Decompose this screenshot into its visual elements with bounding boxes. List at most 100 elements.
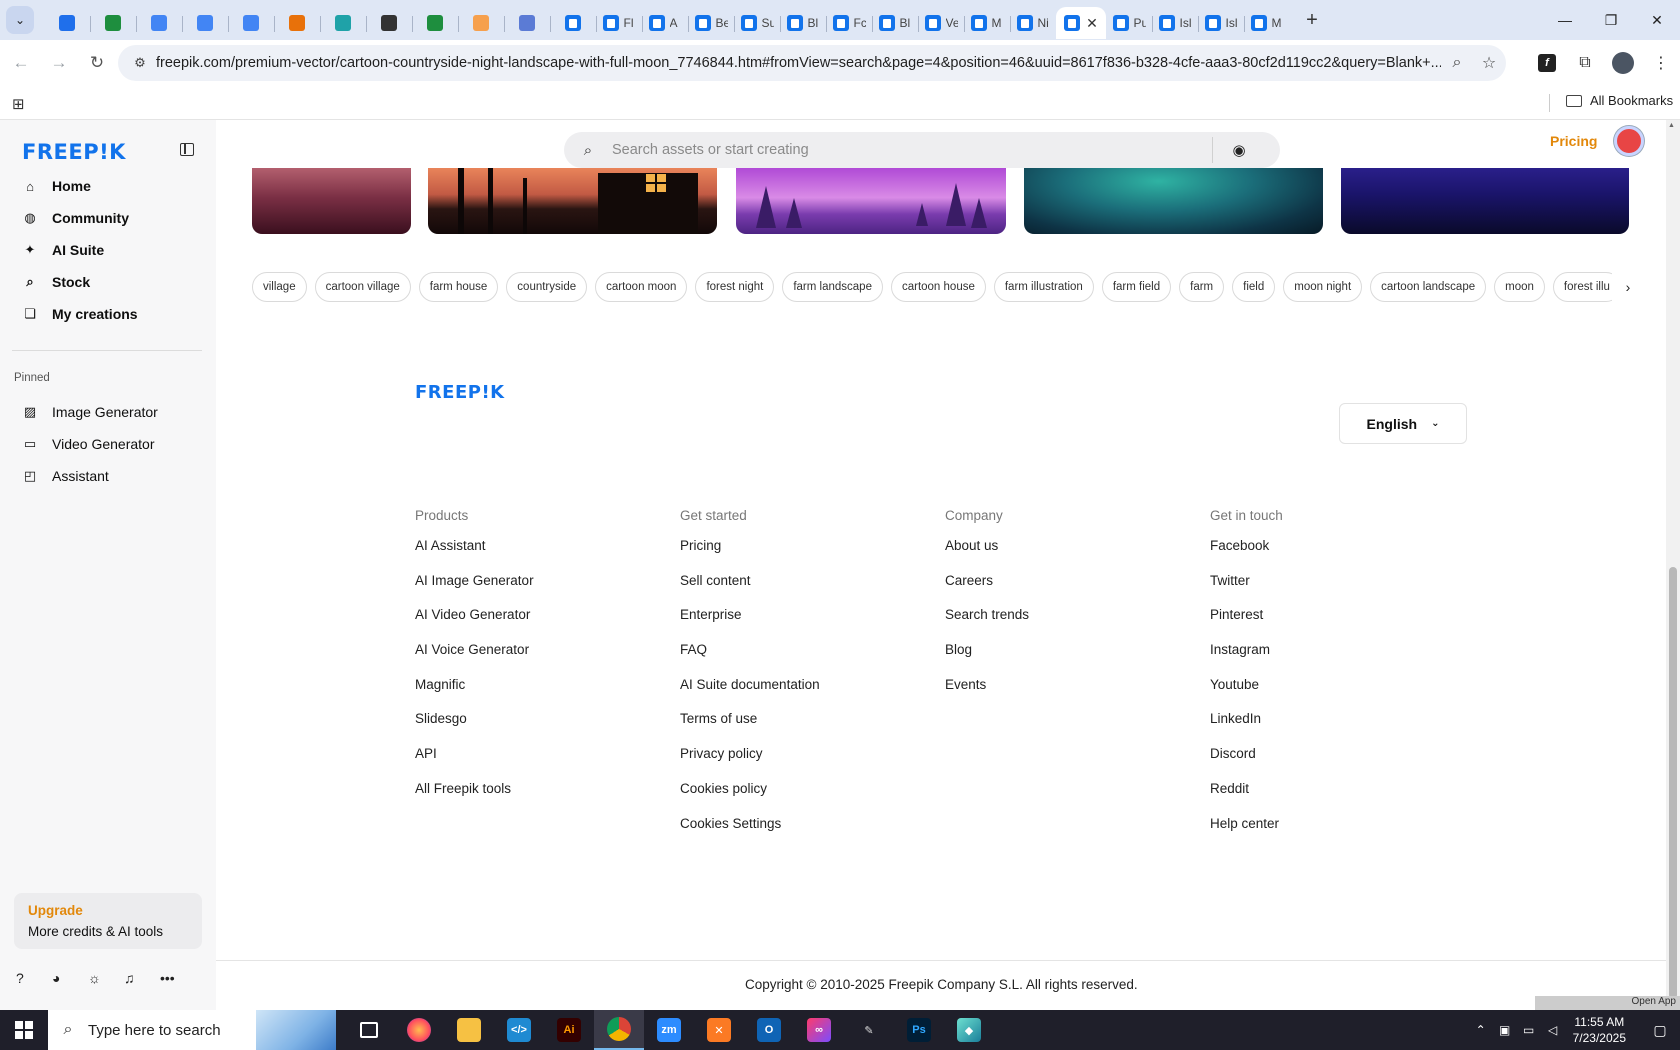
back-button[interactable]: ← bbox=[4, 46, 38, 80]
firefox-icon[interactable] bbox=[394, 1010, 444, 1050]
footer-link[interactable]: Slidesgo bbox=[415, 710, 655, 745]
illustrator-icon[interactable]: Ai bbox=[544, 1010, 594, 1050]
sidebar-item-my-creations[interactable]: ❏ My creations bbox=[12, 298, 204, 330]
footer-link[interactable]: Twitter bbox=[1210, 572, 1450, 607]
url-text[interactable]: freepik.com/premium-vector/cartoon-count… bbox=[156, 55, 1441, 71]
photoshop-icon[interactable]: Ps bbox=[894, 1010, 944, 1050]
tag-chip[interactable]: forest night bbox=[695, 272, 775, 302]
browser-tab[interactable]: Fc bbox=[826, 7, 872, 39]
tag-chip[interactable]: farm landscape bbox=[782, 272, 883, 302]
minimize-button[interactable]: — bbox=[1542, 0, 1588, 40]
extension-f-icon[interactable]: f bbox=[1538, 54, 1556, 72]
new-tab-button[interactable]: + bbox=[1300, 9, 1324, 32]
tag-chip[interactable]: village bbox=[252, 272, 307, 302]
zoom-icon[interactable]: zm bbox=[644, 1010, 694, 1050]
user-avatar[interactable] bbox=[1614, 126, 1644, 156]
footer-link[interactable]: Terms of use bbox=[680, 710, 920, 745]
volume-icon[interactable]: ◁ bbox=[1541, 1023, 1565, 1037]
footer-link[interactable]: Careers bbox=[945, 572, 1185, 607]
zoom-icon[interactable]: ⌕ bbox=[1441, 54, 1473, 72]
footer-link[interactable]: Help center bbox=[1210, 815, 1450, 850]
footer-link[interactable]: Cookies Settings bbox=[680, 815, 920, 850]
footer-link[interactable]: About us bbox=[945, 537, 1185, 572]
chevron-right-icon[interactable]: › bbox=[1616, 272, 1640, 302]
tag-chip[interactable]: farm bbox=[1179, 272, 1225, 302]
sidebar-collapse-icon[interactable] bbox=[180, 143, 194, 156]
close-window-button[interactable]: ✕ bbox=[1634, 0, 1680, 40]
tag-chip[interactable]: cartoon landscape bbox=[1370, 272, 1487, 302]
scroll-up-arrow-icon[interactable]: ▲ bbox=[1668, 122, 1675, 129]
tag-chip[interactable]: farm house bbox=[418, 272, 499, 302]
tag-chip[interactable]: farm field bbox=[1101, 272, 1172, 302]
browser-tab[interactable]: Su bbox=[734, 7, 780, 39]
browser-tab[interactable] bbox=[136, 7, 182, 39]
close-tab-icon[interactable]: ✕ bbox=[1086, 15, 1098, 32]
footer-link[interactable]: Cookies policy bbox=[680, 780, 920, 815]
footer-link[interactable]: Reddit bbox=[1210, 780, 1450, 815]
browser-tab[interactable]: ✕ bbox=[1056, 7, 1106, 39]
footer-link[interactable]: Discord bbox=[1210, 745, 1450, 780]
chrome-icon[interactable] bbox=[594, 1010, 644, 1050]
browser-tab[interactable]: Ve bbox=[918, 7, 964, 39]
footer-link[interactable]: Instagram bbox=[1210, 641, 1450, 676]
footer-link[interactable]: AI Image Generator bbox=[415, 572, 655, 607]
browser-tab[interactable] bbox=[412, 7, 458, 39]
browser-tab[interactable]: Isl bbox=[1152, 7, 1198, 39]
gem-app-icon[interactable]: ◆ bbox=[944, 1010, 994, 1050]
restore-button[interactable]: ❐ bbox=[1588, 0, 1634, 40]
network-icon[interactable]: ▭ bbox=[1517, 1023, 1541, 1037]
pen-tool-icon[interactable]: ✎ bbox=[844, 1010, 894, 1050]
tag-chip[interactable]: countryside bbox=[506, 272, 588, 302]
bookmark-star-icon[interactable]: ☆ bbox=[1473, 53, 1505, 73]
discord-icon[interactable]: ◕ bbox=[52, 970, 88, 986]
tag-chip[interactable]: cartoon house bbox=[890, 272, 986, 302]
forward-button[interactable]: → bbox=[42, 46, 76, 80]
footer-link[interactable]: API bbox=[415, 745, 655, 780]
footer-link[interactable]: Search trends bbox=[945, 606, 1185, 641]
footer-link[interactable]: LinkedIn bbox=[1210, 710, 1450, 745]
footer-link[interactable]: Facebook bbox=[1210, 537, 1450, 572]
xampp-icon[interactable]: ✕ bbox=[694, 1010, 744, 1050]
browser-tab[interactable] bbox=[550, 7, 596, 39]
footer-link[interactable]: FAQ bbox=[680, 641, 920, 676]
footer-link[interactable]: Privacy policy bbox=[680, 745, 920, 780]
footer-link[interactable]: Blog bbox=[945, 641, 1185, 676]
browser-tab[interactable] bbox=[228, 7, 274, 39]
browser-tab[interactable]: A bbox=[642, 7, 688, 39]
thumbnail-farm-sunset[interactable] bbox=[252, 168, 411, 234]
tab-search-button[interactable]: ⌄ bbox=[6, 6, 34, 34]
footer-link[interactable]: Magnific bbox=[415, 676, 655, 711]
address-bar[interactable]: ⚙ freepik.com/premium-vector/cartoon-cou… bbox=[118, 45, 1506, 81]
tag-chip[interactable]: forest illu bbox=[1552, 272, 1612, 302]
browser-tab[interactable]: Fl bbox=[596, 7, 642, 39]
search-input[interactable] bbox=[612, 142, 1212, 158]
sidebar-item-stock[interactable]: ⌕ Stock bbox=[12, 266, 204, 298]
sidebar-item-video-generator[interactable]: ▭ Video Generator bbox=[12, 428, 204, 460]
taskbar-search[interactable]: ⌕ Type here to search bbox=[48, 1010, 336, 1050]
footer-link[interactable]: Pinterest bbox=[1210, 606, 1450, 641]
clock[interactable]: 11:55 AM 7/23/2025 bbox=[1573, 1014, 1626, 1046]
tag-chip[interactable]: farm illustration bbox=[993, 272, 1094, 302]
browser-tab[interactable] bbox=[504, 7, 550, 39]
tray-app-icon[interactable]: ▣ bbox=[1493, 1023, 1517, 1037]
pricing-link[interactable]: Pricing bbox=[1550, 133, 1597, 149]
creative-cloud-icon[interactable]: ∞ bbox=[794, 1010, 844, 1050]
browser-tab[interactable]: Ni bbox=[1010, 7, 1056, 39]
footer-link[interactable]: All Freepik tools bbox=[415, 780, 655, 815]
footer-link[interactable]: AI Assistant bbox=[415, 537, 655, 572]
tag-chip[interactable]: cartoon village bbox=[314, 272, 411, 302]
thumbnail-teal-forest[interactable] bbox=[1024, 168, 1323, 234]
help-icon[interactable]: ? bbox=[16, 970, 52, 986]
footer-link[interactable]: Pricing bbox=[680, 537, 920, 572]
sidebar-item-assistant[interactable]: ◰ Assistant bbox=[12, 460, 204, 492]
sidebar-item-ai-suite[interactable]: ✦ AI Suite bbox=[12, 234, 204, 266]
all-bookmarks-button[interactable]: All Bookmarks bbox=[1566, 93, 1673, 108]
tag-chip[interactable]: moon bbox=[1494, 272, 1545, 302]
theme-sun-icon[interactable]: ☼ bbox=[88, 970, 124, 986]
more-icon[interactable]: ••• bbox=[160, 970, 196, 986]
browser-tab[interactable]: Bl bbox=[780, 7, 826, 39]
browser-tab[interactable] bbox=[320, 7, 366, 39]
browser-tab[interactable]: Pu bbox=[1106, 7, 1152, 39]
tag-chip[interactable]: cartoon moon bbox=[595, 272, 688, 302]
browser-tab[interactable]: M bbox=[964, 7, 1010, 39]
